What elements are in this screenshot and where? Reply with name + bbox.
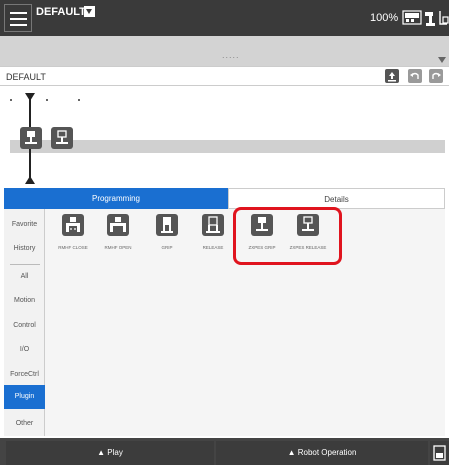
command-release[interactable]: RELEASE	[190, 214, 236, 260]
timeline-track[interactable]	[10, 140, 445, 153]
teach-pendant-icon[interactable]	[438, 9, 449, 27]
redo-icon[interactable]	[429, 69, 443, 83]
command-label: GRIP	[161, 245, 173, 250]
pendant-toggle-button[interactable]	[430, 441, 449, 465]
command-rmhf-close[interactable]: RMHF CLOSE	[50, 214, 96, 260]
command-grip[interactable]: GRIP	[144, 214, 190, 260]
tab-details[interactable]: Details	[228, 188, 445, 209]
timeline-header: DEFAULT	[0, 66, 449, 86]
play-button[interactable]: ▲ Play	[6, 441, 214, 465]
tab-programming[interactable]: Programming	[4, 188, 228, 209]
sidebar-item-control[interactable]: Control	[4, 314, 45, 338]
sidebar-item-other[interactable]: Other	[4, 412, 45, 436]
timeline-marker	[46, 99, 48, 101]
timeline-name: DEFAULT	[6, 72, 46, 82]
gripper-close-icon	[62, 214, 84, 236]
category-sidebar: Favorite History All Motion Control I/O …	[4, 209, 45, 436]
sidebar-item-forcectrl[interactable]: ForceCtrl	[4, 363, 45, 387]
timeline-marker	[10, 99, 12, 101]
playhead-top-handle[interactable]	[25, 93, 35, 101]
sidebar-item-history[interactable]: History	[4, 237, 45, 261]
grip-icon	[156, 214, 178, 236]
gripper-open-icon	[107, 214, 129, 236]
menu-icon	[10, 12, 27, 14]
playhead-bottom-handle[interactable]	[25, 176, 35, 184]
undo-icon[interactable]	[408, 69, 422, 83]
command-label: RMHF CLOSE	[58, 245, 88, 250]
project-dropdown-icon[interactable]	[84, 6, 95, 17]
sidebar-item-favorite[interactable]: Favorite	[4, 213, 45, 237]
auto-mode-icon[interactable]	[402, 9, 422, 27]
command-label: RELEASE	[202, 245, 224, 250]
command-rmhf-open[interactable]: RMHF OPEN	[95, 214, 141, 260]
chevron-down-icon[interactable]	[438, 57, 446, 63]
timeline-block-zxpes-grip[interactable]	[20, 127, 42, 149]
robot-arm-icon[interactable]	[424, 9, 437, 27]
release-icon	[202, 214, 224, 236]
menu-button[interactable]	[4, 4, 32, 32]
robot-operation-button[interactable]: ▲ Robot Operation	[216, 441, 428, 465]
highlight-box	[233, 207, 342, 265]
project-name[interactable]: DEFAULT	[36, 6, 86, 18]
sidebar-item-io[interactable]: I/O	[4, 338, 45, 362]
speed-override[interactable]: 100%	[370, 12, 398, 24]
export-icon[interactable]	[385, 69, 399, 83]
menu-icon-line	[10, 18, 27, 20]
sidebar-item-all[interactable]: All	[4, 265, 45, 289]
sidebar-item-motion[interactable]: Motion	[4, 289, 45, 313]
sidebar-item-plugin[interactable]: Plugin	[4, 385, 45, 409]
menu-icon-line	[10, 24, 27, 26]
timeline-block-zxpes-release[interactable]	[51, 127, 73, 149]
command-label: RMHF OPEN	[104, 245, 132, 250]
drag-handle[interactable]: .....	[222, 50, 240, 60]
timeline-marker	[78, 99, 80, 101]
